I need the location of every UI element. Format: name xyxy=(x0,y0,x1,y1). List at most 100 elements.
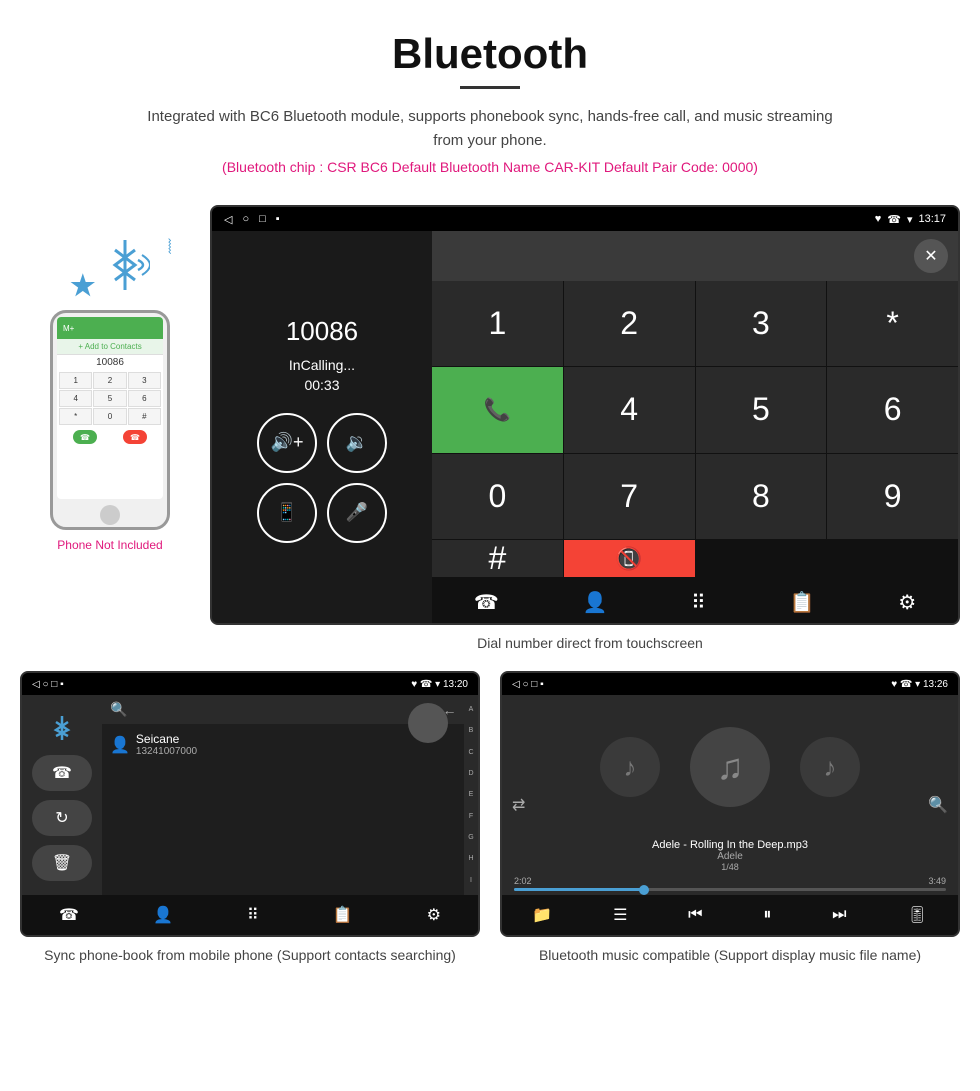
music-song-title: Adele - Rolling In the Deep.mp3 xyxy=(502,839,958,851)
pb-delete-button[interactable]: 🗑 xyxy=(32,845,92,881)
dial-key-8[interactable]: 8 xyxy=(696,454,827,539)
music-bottom-next-icon[interactable]: ⏭ xyxy=(832,906,846,924)
music-caption: Bluetooth music compatible (Support disp… xyxy=(539,945,921,966)
dial-key-1[interactable]: 1 xyxy=(432,281,563,366)
pb-search-row: 🔍 ← * xyxy=(102,695,478,724)
dial-key-3[interactable]: 3 xyxy=(696,281,827,366)
pb-bluetooth-button[interactable] xyxy=(32,710,92,746)
pb-gray-circle xyxy=(408,703,448,743)
phone-key-6[interactable]: 6 xyxy=(128,390,161,407)
phone-key-star[interactable]: * xyxy=(59,408,92,425)
music-progress-track[interactable] xyxy=(514,888,946,891)
music-shuffle-icon[interactable]: ⇄ xyxy=(512,795,525,815)
dial-bottom-contacts-icon[interactable]: 👤 xyxy=(583,590,608,615)
phone-carrier: M+ xyxy=(63,324,74,333)
dial-key-6[interactable]: 6 xyxy=(827,367,958,452)
dial-end-button[interactable]: 📵 xyxy=(564,540,695,577)
music-album-area: ♪ ♫ ♪ xyxy=(502,695,958,839)
phone-bottom-btns: ☎ ☎ xyxy=(57,427,163,447)
dial-controls: 🔊+ 🔉 📱 🎤 xyxy=(257,413,387,543)
phone-keypad: 1 2 3 4 5 6 * 0 # xyxy=(57,370,163,427)
phone-section: ★ ⦚ M+ + Add to Contacts 10086 1 xyxy=(20,205,200,552)
pb-status-bar: ◁ ○ □ ▪ ♥ ☎ ▾ 13:20 xyxy=(22,673,478,695)
dial-content-area: 10086 InCalling... 00:33 🔊+ 🔉 📱 🎤 ✕ 1 2 xyxy=(212,231,958,625)
pb-phone-button[interactable]: ☎ xyxy=(32,755,92,791)
dial-key-2[interactable]: 2 xyxy=(564,281,695,366)
dial-key-9[interactable]: 9 xyxy=(827,454,958,539)
bluetooth-icon: ★ xyxy=(70,269,95,302)
music-item: ◁ ○ □ ▪ ♥ ☎ ▾ 13:26 ♪ ♫ ♪ ⇄ 🔍 Adele - Ro… xyxy=(500,671,960,966)
music-bottom-eq-icon[interactable]: 🎚 xyxy=(907,905,927,925)
music-progress-thumb xyxy=(639,885,649,895)
dial-key-7[interactable]: 7 xyxy=(564,454,695,539)
dial-keypad: 1 2 3 * 📞 4 5 6 0 7 8 9 # 📵 xyxy=(432,281,958,577)
mute-button[interactable]: 🎤 xyxy=(327,483,387,543)
specs-text: (Bluetooth chip : CSR BC6 Default Blueto… xyxy=(20,159,960,175)
pb-bottom-transfer-icon[interactable]: 📋 xyxy=(333,905,353,925)
dial-number-display: 10086 xyxy=(286,316,358,347)
dial-time: 13:17 xyxy=(918,213,946,225)
music-bottom-list-icon[interactable]: ☰ xyxy=(613,905,627,925)
pb-bottom-apps-icon[interactable]: ⠿ xyxy=(247,905,259,925)
dial-call-button[interactable]: 📞 xyxy=(432,367,563,452)
music-search-icon[interactable]: 🔍 xyxy=(928,795,948,815)
phone-key-2[interactable]: 2 xyxy=(93,372,126,389)
phone-call-button[interactable]: ☎ xyxy=(73,430,97,444)
pb-refresh-button[interactable]: ↻ xyxy=(32,800,92,836)
description-text: Integrated with BC6 Bluetooth module, su… xyxy=(140,105,840,153)
volume-down-button[interactable]: 🔉 xyxy=(327,413,387,473)
music-bottom-play-icon[interactable]: ⏸ xyxy=(763,906,771,924)
phone-home-button[interactable] xyxy=(100,505,120,525)
phone-key-5[interactable]: 5 xyxy=(93,390,126,407)
nav-extra-icon: ▪ xyxy=(276,213,280,226)
music-progress-bar: 2:02 3:49 xyxy=(502,876,958,895)
pb-alpha-f: F xyxy=(469,813,473,820)
pb-bottom-settings-icon[interactable]: ⚙ xyxy=(427,905,441,925)
pb-bottom-contacts-icon[interactable]: 👤 xyxy=(153,905,173,925)
phone-end-button[interactable]: ☎ xyxy=(123,430,147,444)
dial-key-star[interactable]: * xyxy=(827,281,958,366)
dial-bottom-settings-icon[interactable]: ⚙ xyxy=(898,590,916,615)
dial-delete-button[interactable]: ✕ xyxy=(914,239,948,273)
music-content: ♪ ♫ ♪ ⇄ 🔍 Adele - Rolling In the Deep.mp… xyxy=(502,695,958,895)
music-bottom-folder-icon[interactable]: 📁 xyxy=(532,905,552,925)
location-icon: ♥ xyxy=(875,213,882,225)
dial-key-0[interactable]: 0 xyxy=(432,454,563,539)
phone-key-4[interactable]: 4 xyxy=(59,390,92,407)
phone-mockup: M+ + Add to Contacts 10086 1 2 3 4 5 6 *… xyxy=(50,310,170,530)
dial-calling-status: InCalling... xyxy=(289,357,355,373)
pb-alpha-h: H xyxy=(468,855,473,862)
music-nav-icons: ◁ ○ □ ▪ xyxy=(512,679,544,690)
pb-bottom-phone-icon[interactable]: ☎ xyxy=(59,905,79,925)
bottom-screenshots: ◁ ○ □ ▪ ♥ ☎ ▾ 13:20 ☎ ↻ 🗑 xyxy=(0,671,980,966)
phonebook-item: ◁ ○ □ ▪ ♥ ☎ ▾ 13:20 ☎ ↻ 🗑 xyxy=(20,671,480,966)
music-progress-fill xyxy=(514,888,644,891)
bluetooth-signal: ★ ⦚ xyxy=(70,235,150,302)
pb-alpha-d: D xyxy=(468,770,473,777)
call-icon: ☎ xyxy=(887,213,901,226)
transfer-button[interactable]: 📱 xyxy=(257,483,317,543)
phone-key-0[interactable]: 0 xyxy=(93,408,126,425)
nav-home-icon: ○ xyxy=(242,213,249,226)
pb-bottom-bar: ☎ 👤 ⠿ 📋 ⚙ xyxy=(22,895,478,935)
pb-right-panel: 🔍 ← * 👤 Seicane 13241007000 A xyxy=(102,695,478,895)
music-bottom-prev-icon[interactable]: ⏮ xyxy=(688,906,702,924)
phonebook-screen: ◁ ○ □ ▪ ♥ ☎ ▾ 13:20 ☎ ↻ 🗑 xyxy=(20,671,480,937)
dial-key-hash[interactable]: # xyxy=(432,540,563,577)
music-time-total: 3:49 xyxy=(928,876,946,886)
phone-key-1[interactable]: 1 xyxy=(59,372,92,389)
phone-top-bar: M+ xyxy=(57,317,163,339)
phone-not-included-label: Phone Not Included xyxy=(20,538,200,552)
dial-status-left: ◁ ○ □ ▪ xyxy=(224,213,280,226)
dial-bottom-keypad-icon[interactable]: ⠿ xyxy=(691,590,706,615)
dial-call-timer: 00:33 xyxy=(304,377,339,393)
pb-alpha-i: I xyxy=(470,877,472,884)
phone-key-hash[interactable]: # xyxy=(128,408,161,425)
phone-key-3[interactable]: 3 xyxy=(128,372,161,389)
dial-key-4[interactable]: 4 xyxy=(564,367,695,452)
music-status-bar: ◁ ○ □ ▪ ♥ ☎ ▾ 13:26 xyxy=(502,673,958,695)
dial-key-5[interactable]: 5 xyxy=(696,367,827,452)
dial-bottom-transfer-icon[interactable]: 📋 xyxy=(790,590,815,615)
dial-bottom-phone-icon[interactable]: ☎ xyxy=(474,590,499,615)
volume-up-button[interactable]: 🔊+ xyxy=(257,413,317,473)
